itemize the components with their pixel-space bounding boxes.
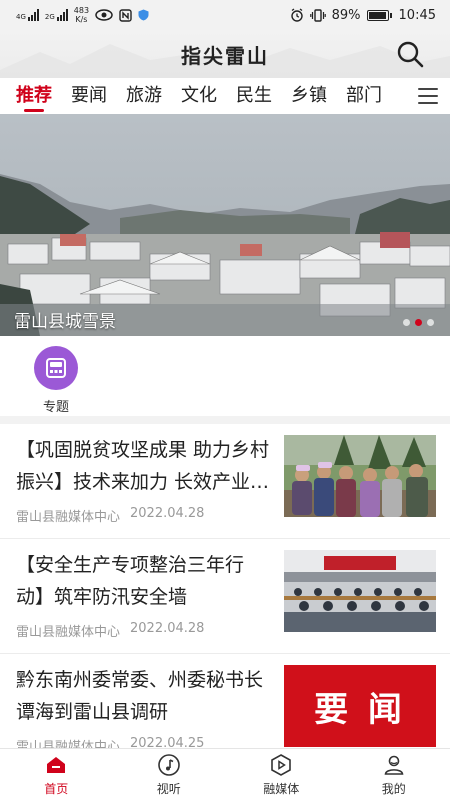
carousel-dot[interactable] <box>427 319 434 326</box>
network-speed: 483 K/s <box>74 6 89 24</box>
search-button[interactable] <box>394 38 426 70</box>
nav-label: 融媒体 <box>263 781 300 796</box>
villagers-photo <box>284 435 436 517</box>
tab-departments[interactable]: 部门 <box>346 78 382 114</box>
news-thumbnail <box>284 435 436 517</box>
app-title: 指尖雷山 <box>181 43 269 68</box>
speed-unit: K/s <box>75 15 88 24</box>
alarm-icon <box>290 8 303 22</box>
music-icon <box>157 753 180 776</box>
topics-icon-bg <box>34 346 78 390</box>
tab-recommend[interactable]: 推荐 <box>16 78 52 114</box>
tab-livelihood[interactable]: 民生 <box>236 78 272 114</box>
home-icon <box>47 756 66 773</box>
user-icon <box>384 755 404 775</box>
category-tabs: 推荐 要闻 旅游 文化 民生 乡镇 部门 <box>0 78 450 114</box>
news-meta: 雷山县融媒体中心 2022.04.28 <box>16 506 204 525</box>
quick-link-topics[interactable]: 专题 <box>34 346 78 415</box>
news-meta: 雷山县融媒体中心 2022.04.28 <box>16 621 204 640</box>
carousel-indicator <box>403 319 434 326</box>
network-label: 4G <box>16 13 26 21</box>
signal-icon: 2G <box>45 9 68 21</box>
nfc-icon <box>119 8 132 22</box>
section-divider <box>0 416 450 424</box>
bottom-nav: 首页 视听 融媒体 我的 <box>0 748 450 800</box>
play-icon <box>271 753 292 776</box>
status-bar: 4G 2G 483 K/s 89% 10:45 <box>0 0 450 30</box>
nav-home[interactable]: 首页 <box>0 749 113 800</box>
tab-headlines[interactable]: 要闻 <box>71 78 107 114</box>
nav-label: 首页 <box>44 781 69 796</box>
banner-caption: 雷山县城雪景 <box>14 312 116 332</box>
vibrate-icon <box>309 8 326 22</box>
nav-media[interactable]: 融媒体 <box>225 749 338 800</box>
carousel-dot-active[interactable] <box>415 319 422 326</box>
quick-link-label: 专题 <box>42 400 69 415</box>
nav-profile[interactable]: 我的 <box>338 749 450 800</box>
calculator-icon <box>46 358 66 378</box>
quick-links: 专题 <box>0 336 450 416</box>
nav-audio-video[interactable]: 视听 <box>113 749 226 800</box>
search-icon <box>397 41 424 68</box>
meeting-photo <box>284 550 436 632</box>
network-label: 2G <box>44 13 55 21</box>
news-date: 2022.04.28 <box>130 621 205 636</box>
app-header: 指尖雷山 <box>0 30 450 78</box>
tab-towns[interactable]: 乡镇 <box>291 78 327 114</box>
news-title: 【巩固脱贫攻坚成果 助力乡村振兴】技术来加力 长效产业来支撑 <box>16 439 270 493</box>
news-source: 雷山县融媒体中心 <box>16 625 121 640</box>
shield-icon <box>138 9 149 21</box>
news-title: 【安全生产专项整治三年行动】筑牢防汛安全墙 <box>16 554 245 608</box>
tab-culture[interactable]: 文化 <box>181 78 217 114</box>
news-item[interactable]: 【安全生产专项整治三年行动】筑牢防汛安全墙 雷山县融媒体中心 2022.04.2… <box>0 539 450 654</box>
signal-icon: 4G <box>16 9 39 21</box>
speed-value: 483 <box>73 6 90 15</box>
tab-tourism[interactable]: 旅游 <box>126 78 162 114</box>
news-title: 黔东南州委常委、州委秘书长谭海到雷山县调研 <box>16 669 264 723</box>
thumbnail-text: 要 闻 <box>314 689 406 730</box>
battery-icon <box>366 9 392 21</box>
clock: 10:45 <box>398 7 436 23</box>
news-date: 2022.04.28 <box>130 506 205 521</box>
battery-percent: 89% <box>331 7 361 23</box>
news-thumbnail <box>284 550 436 632</box>
news-item[interactable]: 【巩固脱贫攻坚成果 助力乡村振兴】技术来加力 长效产业来支撑 雷山县融媒体中心 … <box>0 424 450 539</box>
news-source: 雷山县融媒体中心 <box>16 510 121 525</box>
news-thumbnail: 要 闻 <box>284 665 436 747</box>
nav-label: 视听 <box>156 781 181 796</box>
tab-menu-button[interactable] <box>406 78 450 114</box>
eye-icon <box>95 9 113 21</box>
banner-carousel[interactable]: 雷山县城雪景 <box>0 114 450 336</box>
banner-image <box>0 114 450 336</box>
nav-label: 我的 <box>381 781 406 796</box>
carousel-dot[interactable] <box>403 319 410 326</box>
news-list: 【巩固脱贫攻坚成果 助力乡村振兴】技术来加力 长效产业来支撑 雷山县融媒体中心 … <box>0 424 450 769</box>
menu-icon <box>418 88 438 104</box>
